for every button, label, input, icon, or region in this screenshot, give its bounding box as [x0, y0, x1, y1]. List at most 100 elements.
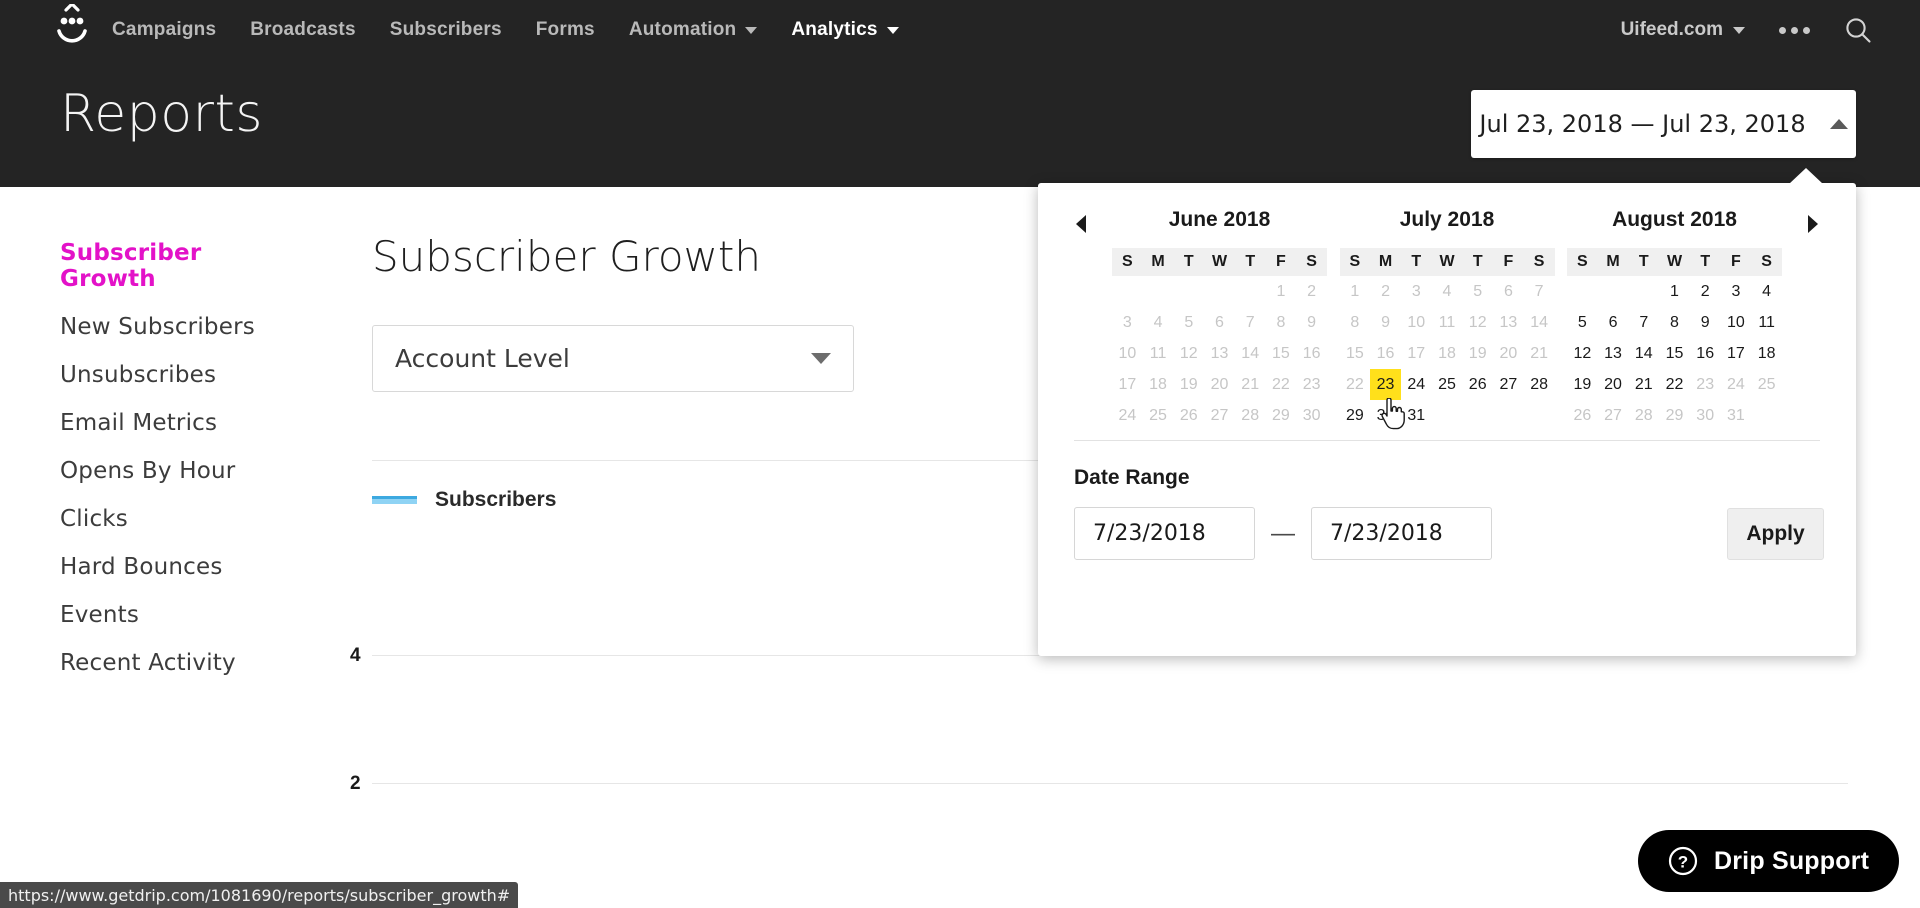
sidebar-item-opens-by-hour[interactable]: Opens By Hour	[60, 458, 300, 484]
account-level-select-value: Account Level	[395, 344, 570, 373]
calendar-day: 1	[1276, 282, 1286, 300]
calendar-day: 25	[1757, 375, 1776, 393]
calendar-day[interactable]: 20	[1598, 369, 1629, 400]
chevron-down-icon	[745, 26, 758, 34]
dow-label: T	[1472, 253, 1483, 270]
date-range-button[interactable]: Jul 23, 2018 — Jul 23, 2018	[1471, 90, 1856, 158]
calendar-day[interactable]: 1	[1659, 276, 1690, 307]
calendar-day[interactable]: 8	[1659, 307, 1690, 338]
sidebar-item-unsubscribes[interactable]: Unsubscribes	[60, 362, 300, 388]
nav-item-broadcasts[interactable]: Broadcasts	[250, 19, 356, 41]
calendar-day[interactable]: 6	[1598, 307, 1629, 338]
chevron-down-icon	[811, 353, 831, 364]
calendar-day[interactable]: 29	[1340, 400, 1371, 431]
drip-smiley-logo-icon[interactable]	[52, 4, 92, 56]
sidebar-item-email-metrics[interactable]: Email Metrics	[60, 410, 300, 436]
drip-support-label: Drip Support	[1714, 846, 1870, 875]
nav-label: Subscribers	[389, 19, 502, 40]
question-circle-icon: ?	[1668, 846, 1698, 876]
nav-item-forms[interactable]: Forms	[536, 19, 595, 41]
month-title: July 2018	[1399, 208, 1495, 231]
nav-item-automation[interactable]: Automation	[629, 19, 758, 41]
next-month-arrow-icon[interactable]	[1806, 208, 1820, 239]
calendar-day: 26	[1573, 406, 1592, 424]
calendar-day[interactable]: 12	[1567, 338, 1598, 369]
end-date-input[interactable]	[1311, 507, 1492, 560]
sidebar-item-recent-activity[interactable]: Recent Activity	[60, 650, 300, 676]
calendar-day[interactable]: 16	[1690, 338, 1721, 369]
date-range-inputs-row: — Apply	[1074, 507, 1824, 560]
calendar-day-blank	[1628, 276, 1659, 307]
calendar-day: 16	[1302, 344, 1321, 362]
dow-label: T	[1638, 253, 1649, 270]
dow-label: W	[1439, 253, 1455, 270]
calendar-day[interactable]: 15	[1659, 338, 1690, 369]
calendar-day[interactable]: 24	[1401, 369, 1432, 400]
nav-item-subscribers[interactable]: Subscribers	[390, 19, 502, 41]
drip-support-button[interactable]: ? Drip Support	[1638, 830, 1900, 892]
calendar-day: 4	[1153, 313, 1163, 331]
calendar-day: 29	[1665, 406, 1684, 424]
calendar-day: 31	[1727, 406, 1745, 424]
nav-label: Campaigns	[112, 19, 217, 40]
calendar-day: 13	[1499, 313, 1518, 331]
calendar-days-grid: 1 2 3 4 5 6 7 8 9 10 11 12 13 14 15 16 17 18 19 20 21 22 23 24 2…	[1112, 276, 1327, 431]
calendar-day[interactable]: 28	[1524, 369, 1555, 400]
calendar-day[interactable]: 3	[1721, 276, 1752, 307]
calendar-day: 2	[1381, 282, 1391, 300]
calendar-month-august: August 2018 S M T W T F S 1 2 3 4 5 6 7 8 9 10 11 1…	[1567, 208, 1782, 431]
prev-month-arrow-icon[interactable]	[1074, 208, 1088, 239]
calendar-day[interactable]: 26	[1462, 369, 1493, 400]
calendar-day: 7	[1534, 282, 1544, 300]
calendar-header: June 2018 S M T W T F S 1 2 3 4 5 6 7 8 9 10 11 12 1…	[1038, 183, 1856, 431]
account-menu[interactable]: Uifeed.com	[1621, 19, 1745, 41]
nav-item-campaigns[interactable]: Campaigns	[112, 19, 216, 41]
y-axis-tick-label: 4	[350, 645, 361, 666]
calendar-day: 11	[1438, 313, 1456, 331]
calendar-day[interactable]: 4	[1751, 276, 1782, 307]
page-title: Reports	[60, 84, 263, 144]
calendar-day[interactable]: 25	[1432, 369, 1463, 400]
calendar-day: 5	[1473, 282, 1483, 300]
calendar-day[interactable]: 22	[1659, 369, 1690, 400]
calendar-day[interactable]: 21	[1628, 369, 1659, 400]
sidebar-item-events[interactable]: Events	[60, 602, 300, 628]
calendar-day[interactable]: 23	[1370, 369, 1401, 400]
account-level-select[interactable]: Account Level	[372, 325, 854, 392]
calendar-day[interactable]: 10	[1721, 307, 1752, 338]
calendar-day[interactable]: 31	[1401, 400, 1432, 431]
popup-pointer-arrow	[1789, 168, 1823, 184]
month-title: August 2018	[1612, 208, 1737, 231]
calendar-day[interactable]: 13	[1598, 338, 1629, 369]
calendar-day[interactable]: 17	[1721, 338, 1752, 369]
calendar-day[interactable]: 27	[1493, 369, 1524, 400]
calendar-day[interactable]: 7	[1628, 307, 1659, 338]
apply-button[interactable]: Apply	[1727, 507, 1824, 560]
nav-item-analytics[interactable]: Analytics	[791, 19, 899, 41]
sidebar-item-hard-bounces[interactable]: Hard Bounces	[60, 554, 300, 580]
calendar-day: 12	[1179, 344, 1198, 362]
dow-label: T	[1245, 253, 1256, 270]
calendar-day[interactable]: 14	[1628, 338, 1659, 369]
calendar-day[interactable]: 9	[1690, 307, 1721, 338]
calendar-day: 28	[1634, 406, 1653, 424]
search-icon[interactable]	[1844, 16, 1872, 44]
calendar-day[interactable]: 19	[1567, 369, 1598, 400]
calendar-day: 30	[1302, 406, 1321, 424]
sidebar-item-subscriber-growth[interactable]: Subscriber Growth	[60, 240, 300, 292]
calendar-day[interactable]: 11	[1751, 307, 1782, 338]
calendar-day[interactable]: 30	[1370, 400, 1401, 431]
calendar-day: 19	[1468, 344, 1487, 362]
calendar-month-july: July 2018 S M T W T F S 1 2 3 4 5 6 7 8 9 10 11 12 1…	[1339, 208, 1555, 431]
sidebar-item-new-subscribers[interactable]: New Subscribers	[60, 314, 300, 340]
sidebar-item-clicks[interactable]: Clicks	[60, 506, 300, 532]
calendar-day[interactable]: 5	[1567, 307, 1598, 338]
dow-label: F	[1276, 253, 1286, 270]
calendar-day[interactable]: 2	[1690, 276, 1721, 307]
calendar-day: 14	[1530, 313, 1549, 331]
calendar-day-blank	[1598, 276, 1629, 307]
status-bar-url: https://www.getdrip.com/1081690/reports/…	[8, 885, 511, 905]
more-dots-icon[interactable]	[1779, 26, 1810, 34]
calendar-day[interactable]: 18	[1751, 338, 1782, 369]
start-date-input[interactable]	[1074, 507, 1255, 560]
